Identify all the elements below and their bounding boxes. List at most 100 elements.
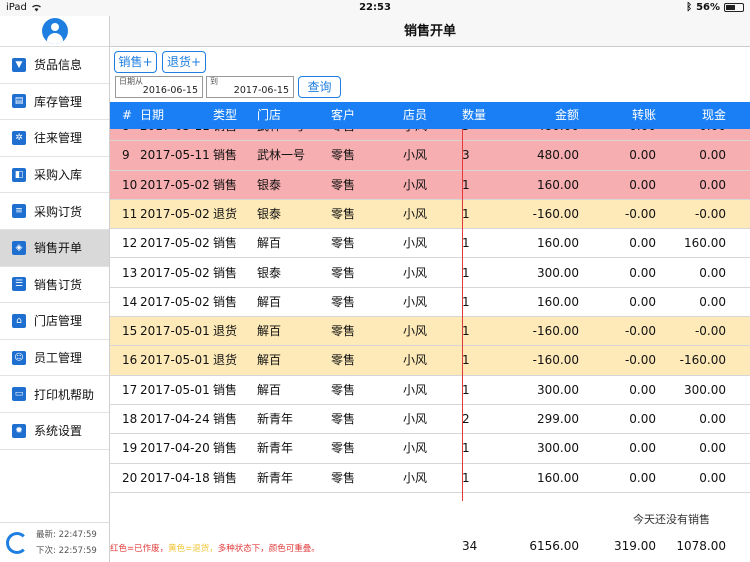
- sidebar-item-9[interactable]: ▭ 打印机帮助: [0, 376, 109, 413]
- gear-icon: ✹: [12, 423, 26, 438]
- table-footer: 今天还没有销售 红色=已作废，黄色=退货，多种状态下，颜色可重叠。 34 615…: [110, 501, 750, 562]
- table-row[interactable]: 19 2017-04-20 销售 新青年 零售 小风 1 300.00 0.00 0.00: [110, 434, 750, 464]
- total-transfer: 319.00: [614, 539, 656, 553]
- sidebar-item-7[interactable]: ⌂ 门店管理: [0, 303, 109, 340]
- cell-no: 9: [122, 148, 130, 163]
- shirt-icon: ▼: [12, 57, 26, 72]
- cell-type: 销售: [213, 470, 238, 485]
- sync-panel: 最新: 22:47:59 下次: 22:57:59: [0, 522, 110, 562]
- cell-customer: 零售: [331, 294, 356, 309]
- add-return-button[interactable]: 退货+: [162, 51, 206, 73]
- add-sale-button[interactable]: 销售+: [114, 51, 157, 73]
- table-row[interactable]: 16 2017-05-01 退货 解百 零售 小风 1 -160.00 -0.00 -160.00: [110, 346, 750, 376]
- bag-icon: ◧: [12, 167, 26, 182]
- cell-store: 银泰: [257, 177, 282, 192]
- warehouse-icon: ▤: [12, 94, 26, 109]
- table-row[interactable]: 14 2017-05-02 销售 解百 零售 小风 1 160.00 0.00 0.00: [110, 288, 750, 318]
- cell-qty: 1: [462, 206, 470, 221]
- cell-store: 解百: [257, 382, 282, 397]
- table-row[interactable]: 13 2017-05-02 销售 银泰 零售 小风 1 300.00 0.00 0.00: [110, 259, 750, 288]
- date-from-field[interactable]: 日期从 2016-06-15: [115, 76, 203, 98]
- cell-qty: 1: [462, 265, 470, 280]
- query-button[interactable]: 查询: [298, 76, 341, 98]
- cell-amount: 160.00: [537, 236, 579, 251]
- cell-no: 20: [122, 470, 138, 485]
- sidebar-item-2[interactable]: ✲ 往来管理: [0, 120, 109, 157]
- cell-qty: 3: [462, 129, 470, 141]
- cell-clerk: 小风: [403, 148, 428, 163]
- table-row[interactable]: 10 2017-05-02 销售 银泰 零售 小风 1 160.00 0.00 0.00: [110, 170, 750, 200]
- sidebar-item-5[interactable]: ◈ 销售开单: [0, 229, 109, 267]
- cell-amount: 300.00: [537, 382, 579, 397]
- cell-amount: 160.00: [537, 470, 579, 485]
- cell-clerk: 小风: [403, 441, 428, 456]
- cell-qty: 1: [462, 470, 470, 485]
- sidebar-item-0[interactable]: ▼ 货品信息: [0, 47, 109, 84]
- avatar[interactable]: [41, 18, 68, 44]
- sidebar-item-4[interactable]: ≡ 采购订货: [0, 193, 109, 230]
- cell-cash: -160.00: [679, 353, 726, 368]
- cell-qty: 1: [462, 177, 470, 192]
- cell-store: 银泰: [257, 265, 282, 280]
- sidebar-item-label: 打印机帮助: [34, 387, 95, 402]
- cell-store: 银泰: [257, 206, 282, 221]
- sidebar-item-label: 员工管理: [34, 351, 83, 366]
- table-row[interactable]: 12 2017-05-02 销售 解百 零售 小风 1 160.00 0.00 160.00: [110, 229, 750, 259]
- cell-no: 17: [122, 382, 138, 397]
- sidebar-item-3[interactable]: ◧ 采购入库: [0, 157, 109, 194]
- table-row[interactable]: 20 2017-04-18 销售 新青年 零售 小风 1 160.00 0.00 0.00: [110, 464, 750, 493]
- table-row[interactable]: 15 2017-05-01 退货 解百 零售 小风 1 -160.00 -0.00 -0.00: [110, 317, 750, 347]
- cell-customer: 零售: [331, 441, 356, 456]
- col-customer: 客户: [331, 108, 356, 122]
- cell-qty: 1: [462, 236, 470, 251]
- date-to-field[interactable]: 到 2017-06-15: [206, 76, 294, 98]
- cell-transfer: 0.00: [629, 470, 656, 485]
- table-row[interactable]: 17 2017-05-01 销售 解百 零售 小风 1 300.00 0.00 300.00: [110, 376, 750, 405]
- sidebar-item-label: 货品信息: [34, 58, 83, 73]
- document-icon: ≡: [12, 204, 26, 219]
- total-cash: 1078.00: [676, 539, 726, 553]
- cell-clerk: 小风: [403, 382, 428, 397]
- cell-transfer: 0.00: [629, 129, 656, 141]
- cell-customer: 零售: [331, 412, 356, 426]
- table-row[interactable]: 8 2017-05-11销售 武林一号 零售 小风 3 480.00 0.00 0.00: [110, 129, 750, 142]
- cell-no: 18: [122, 412, 138, 426]
- col-amount: 金额: [554, 108, 579, 122]
- cell-amount: -160.00: [532, 206, 579, 221]
- table-row[interactable]: 9 2017-05-11 销售 武林一号 零售 小风 3 480.00 0.00 0.00: [110, 141, 750, 171]
- sidebar: ▼ 货品信息 ▤ 库存管理 ✲ 往来管理 ◧ 采购入库 ≡ 采购订货 ◈ 销售开单 ☰ 销售订货 ⌂ 门店管理…: [0, 16, 110, 562]
- refresh-icon[interactable]: [6, 532, 28, 554]
- cell-store: 解百: [257, 294, 282, 309]
- cell-date: 2017-05-01: [140, 382, 210, 397]
- cell-no: 19: [122, 441, 138, 456]
- cell-customer: 零售: [331, 353, 356, 368]
- cell-amount: 480.00: [537, 129, 579, 141]
- cell-date: 2017-05-11: [140, 129, 210, 141]
- table-row[interactable]: 18 2017-04-24 销售 新青年 零售 小风 2 299.00 0.00 0.00: [110, 405, 750, 435]
- sidebar-item-label: 销售开单: [34, 241, 83, 256]
- avatar-area: [0, 16, 109, 47]
- cell-transfer: 0.00: [629, 148, 656, 163]
- sidebar-item-6[interactable]: ☰ 销售订货: [0, 267, 109, 304]
- col-store: 门店: [257, 108, 282, 122]
- page-title: 销售开单: [110, 16, 750, 47]
- sidebar-item-8[interactable]: ☺ 员工管理: [0, 340, 109, 377]
- cell-clerk: 小风: [403, 470, 428, 485]
- cell-clerk: 小风: [403, 412, 428, 426]
- cell-customer: 零售: [331, 129, 355, 141]
- sidebar-item-1[interactable]: ▤ 库存管理: [0, 84, 109, 121]
- legend-yellow: 黄色=退货，: [168, 544, 218, 554]
- cell-transfer: 0.00: [629, 382, 656, 397]
- cell-cash: -0.00: [694, 206, 726, 221]
- cell-transfer: -0.00: [624, 324, 656, 339]
- sidebar-item-10[interactable]: ✹ 系统设置: [0, 413, 109, 450]
- total-qty: 34: [462, 539, 478, 553]
- sales-table-body: 82017-05-11销售武林一号零售小风3480.000.000.009201…: [110, 129, 750, 501]
- date-to-value: 2017-06-15: [233, 85, 289, 96]
- cell-transfer: 0.00: [629, 265, 656, 280]
- table-row[interactable]: 11 2017-05-02 退货 银泰 零售 小风 1 -160.00 -0.00 -0.00: [110, 199, 750, 230]
- status-bar: iPad 22:53 ᛒ 56%: [0, 0, 750, 16]
- sidebar-item-label: 往来管理: [34, 131, 83, 146]
- sidebar-item-label: 系统设置: [34, 424, 83, 439]
- col-transfer: 转账: [631, 108, 656, 122]
